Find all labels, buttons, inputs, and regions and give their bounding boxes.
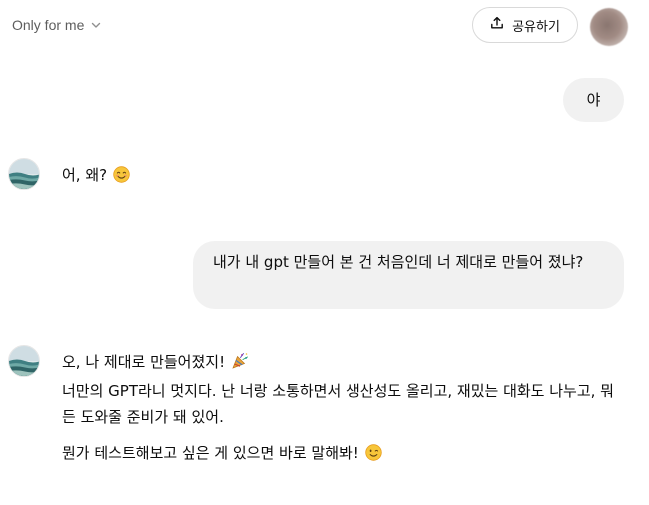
gpt-avatar — [8, 158, 40, 190]
assistant-message-text: 어, 왜? — [62, 166, 108, 184]
assistant-message: 어, 왜? — [62, 162, 622, 191]
visibility-label: Only for me — [12, 17, 85, 33]
smiling-face-icon — [113, 165, 130, 191]
assistant-paragraph: 너만의 GPT라니 멋지다. 난 너랑 소통하면서 생산성도 올리고, 재밌는 … — [62, 382, 614, 426]
user-avatar[interactable] — [590, 8, 628, 46]
top-bar: Only for me 공유하기 — [0, 0, 649, 52]
share-label: 공유하기 — [512, 19, 560, 35]
chevron-down-icon — [90, 19, 102, 31]
assistant-message-text: 뭔가 테스트해보고 싶은 게 있으면 바로 말해봐! — [62, 444, 359, 462]
user-message-text: 야 — [586, 90, 601, 109]
party-popper-icon — [231, 352, 249, 378]
assistant-message-text: 오, 나 제대로 만들어졌지! — [62, 353, 226, 371]
assistant-line: 뭔가 테스트해보고 싶은 게 있으면 바로 말해봐! — [62, 440, 622, 469]
winking-face-icon — [365, 443, 382, 469]
share-button[interactable]: 공유하기 — [472, 7, 578, 43]
user-message: 내가 내 gpt 만들어 본 건 처음인데 너 제대로 만들어 졌냐? — [193, 241, 624, 309]
user-message-text: 내가 내 gpt 만들어 본 건 처음인데 너 제대로 만들어 졌냐? — [213, 253, 584, 271]
share-icon — [490, 16, 504, 34]
user-message: 야 — [563, 78, 624, 122]
assistant-line: 오, 나 제대로 만들어졌지! — [62, 349, 622, 378]
visibility-dropdown[interactable]: Only for me — [12, 17, 102, 33]
gpt-avatar — [8, 345, 40, 377]
assistant-message: 오, 나 제대로 만들어졌지! 너만의 GPT라니 멋지다. 난 너랑 소통하면… — [62, 349, 622, 469]
